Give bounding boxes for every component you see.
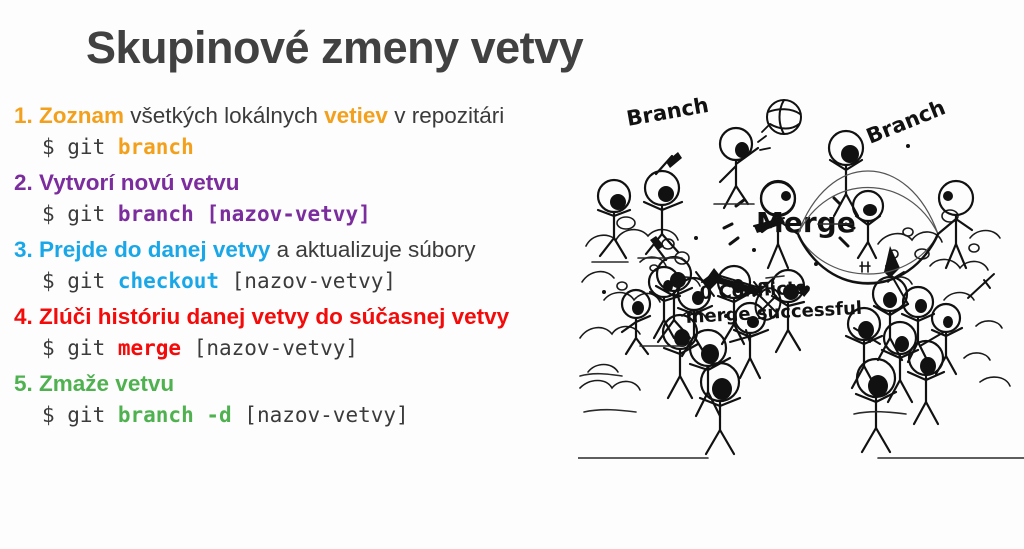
- step-item: 2. Vytvorí novú vetvu $ git branch [nazov…: [14, 167, 604, 230]
- command-text: $ git: [42, 135, 118, 159]
- command-keyword: branch -d: [117, 403, 245, 427]
- step-item: 3. Prejde do danej vetvy a aktualizuje s…: [14, 234, 604, 297]
- step-command: $ git branch [nazov-vetvy]: [14, 198, 604, 230]
- command-text: $ git: [42, 403, 118, 427]
- step-headline: 5. Zmaže vetvu: [14, 368, 604, 399]
- step-headline: 3. Prejde do danej vetvy a aktualizuje s…: [14, 234, 604, 265]
- step-keyword: vetiev: [324, 103, 388, 128]
- command-text: $ git: [42, 269, 118, 293]
- step-headline: 1. Zoznam všetkých lokálnych vetiev v re…: [14, 100, 604, 131]
- command-keyword: checkout: [117, 269, 232, 293]
- step-number: 5.: [14, 371, 40, 396]
- step-command: $ git checkout [nazov-vetvy]: [14, 265, 604, 297]
- command-text: [nazov-vetvy]: [231, 269, 397, 293]
- step-keyword: Zmaže vetvu: [39, 371, 175, 396]
- illustration-comic: Branch Branch Merge 0 Conflicts ♥ merge …: [578, 86, 1024, 549]
- step-text: všetkých lokálnych: [124, 103, 325, 128]
- steps-list: 1. Zoznam všetkých lokálnych vetiev v re…: [14, 100, 604, 435]
- step-headline: 2. Vytvorí novú vetvu: [14, 167, 604, 198]
- step-text: a aktualizuje súbory: [270, 237, 476, 262]
- step-headline: 4. Zlúči históriu danej vetvy do súčasne…: [14, 301, 604, 332]
- step-text: v repozitári: [387, 103, 505, 128]
- step-number: 2.: [14, 170, 40, 195]
- command-text: $ git: [42, 336, 118, 360]
- step-item: 5. Zmaže vetvu $ git branch -d [nazov-vet…: [14, 368, 604, 431]
- step-number: 1.: [14, 103, 40, 128]
- command-text: [nazov-vetvy]: [193, 336, 359, 360]
- step-number: 3.: [14, 237, 40, 262]
- page-title: Skupinové zmeny vetvy: [86, 22, 584, 73]
- step-keyword: Prejde do danej vetvy: [39, 237, 271, 262]
- step-item: 1. Zoznam všetkých lokálnych vetiev v re…: [14, 100, 604, 163]
- slide-canvas: Skupinové zmeny vetvy 1. Zoznam všetkých…: [0, 0, 1024, 549]
- step-command: $ git merge [nazov-vetvy]: [14, 332, 604, 364]
- branch-label-left: Branch: [625, 93, 711, 131]
- command-keyword: [nazov-vetvy]: [206, 202, 371, 226]
- step-keyword: Vytvorí novú vetvu: [39, 170, 240, 195]
- command-keyword: branch: [117, 202, 207, 226]
- step-item: 4. Zlúči históriu danej vetvy do súčasne…: [14, 301, 604, 364]
- step-keyword: Zoznam: [39, 103, 125, 128]
- branch-label-right: Branch: [863, 95, 949, 148]
- step-command: $ git branch -d [nazov-vetvy]: [14, 399, 604, 431]
- command-text: [nazov-vetvy]: [244, 403, 409, 427]
- step-number: 4.: [14, 304, 40, 329]
- step-command: $ git branch: [14, 131, 604, 163]
- command-text: $ git: [42, 202, 118, 226]
- command-keyword: merge: [117, 336, 194, 360]
- step-keyword: Zlúči históriu danej vetvy do súčasnej v…: [39, 304, 510, 329]
- command-keyword: branch: [117, 135, 194, 159]
